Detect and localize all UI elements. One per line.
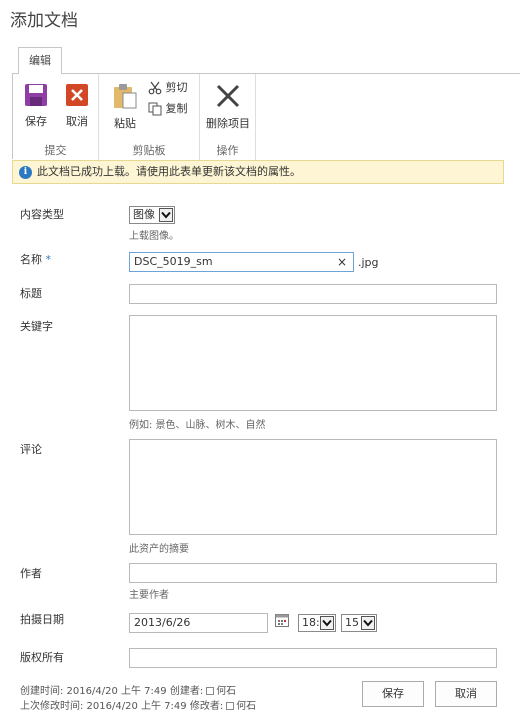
chevron-down-icon bbox=[361, 616, 375, 630]
ribbon-group-commit-label: 提交 bbox=[44, 144, 67, 157]
date-taken-label: 拍摄日期 bbox=[20, 613, 64, 626]
save-ribbon-label: 保存 bbox=[25, 115, 47, 128]
chevron-down-icon bbox=[320, 616, 334, 630]
save-ribbon-button[interactable]: 保存 bbox=[16, 83, 56, 129]
date-value: 2013/6/26 bbox=[134, 616, 191, 629]
date-input[interactable]: 2013/6/26 bbox=[129, 613, 268, 633]
comment-hint: 此资产的摘要 bbox=[129, 544, 189, 555]
name-input[interactable]: DSC_5019_sm × bbox=[129, 252, 354, 272]
comment-label: 评论 bbox=[20, 443, 42, 456]
copy-label: 复制 bbox=[165, 102, 188, 115]
ribbon-group-actions: 删除项目 操作 bbox=[200, 74, 256, 160]
delete-icon bbox=[216, 84, 240, 108]
save-icon bbox=[25, 84, 47, 106]
copy-icon bbox=[148, 102, 162, 116]
content-type-label: 内容类型 bbox=[20, 208, 64, 221]
calendar-icon[interactable] bbox=[275, 614, 289, 627]
delete-item-button[interactable]: 删除项目 bbox=[203, 83, 253, 131]
created-prefix: 创建时间: 2016/4/20 上午 7:49 创建者: bbox=[20, 686, 204, 697]
cut-label: 剪切 bbox=[165, 81, 188, 94]
author-input[interactable] bbox=[129, 563, 497, 583]
hour-value: 18: bbox=[302, 616, 320, 629]
name-value: DSC_5019_sm bbox=[134, 255, 213, 268]
comment-textarea[interactable] bbox=[129, 439, 497, 535]
ribbon-group-commit: 保存 取消 提交 bbox=[13, 74, 99, 160]
cancel-ribbon-button[interactable]: 取消 bbox=[57, 83, 97, 129]
ribbon: 保存 取消 提交 粘贴 剪切 复制 剪贴板 删除项目 操作 bbox=[12, 73, 520, 160]
upload-success-notice: i 此文档已成功上载。请使用此表单更新该文档的属性。 bbox=[12, 160, 504, 184]
cut-button[interactable]: 剪切 bbox=[148, 80, 188, 96]
info-icon: i bbox=[19, 166, 32, 179]
cancel-icon bbox=[66, 84, 88, 106]
file-extension: .jpg bbox=[358, 256, 379, 269]
paste-label: 粘贴 bbox=[114, 117, 136, 130]
save-button[interactable]: 保存 bbox=[362, 681, 424, 707]
scissors-icon bbox=[148, 81, 162, 95]
cancel-button[interactable]: 取消 bbox=[435, 681, 497, 707]
clear-icon[interactable]: × bbox=[337, 255, 347, 269]
author-label: 作者 bbox=[20, 567, 42, 580]
keywords-hint: 例如: 景色、山脉、树木、自然 bbox=[129, 420, 266, 431]
content-type-select[interactable]: 图像 bbox=[129, 206, 175, 224]
copyright-label: 版权所有 bbox=[20, 651, 64, 664]
presence-icon bbox=[226, 702, 235, 710]
minute-value: 15 bbox=[345, 616, 359, 629]
title-label: 标题 bbox=[20, 287, 42, 300]
page-title: 添加文档 bbox=[10, 11, 78, 31]
modified-prefix: 上次修改时间: 2016/4/20 上午 7:49 修改者: bbox=[20, 701, 224, 712]
chevron-down-icon bbox=[159, 208, 173, 222]
content-type-value: 图像 bbox=[133, 208, 155, 221]
modified-by-link[interactable]: 何石 bbox=[236, 701, 256, 712]
required-mark: * bbox=[45, 253, 52, 266]
author-hint: 主要作者 bbox=[129, 590, 169, 601]
minute-select[interactable]: 15 bbox=[341, 614, 377, 632]
keywords-textarea[interactable] bbox=[129, 315, 497, 411]
paste-icon bbox=[114, 84, 137, 109]
tab-edit[interactable]: 编辑 bbox=[18, 47, 62, 74]
paste-button[interactable]: 粘贴 bbox=[105, 83, 145, 131]
cancel-ribbon-label: 取消 bbox=[66, 115, 88, 128]
name-label-text: 名称 bbox=[20, 253, 42, 266]
content-type-hint: 上载图像。 bbox=[129, 231, 179, 242]
name-label: 名称 * bbox=[20, 251, 51, 267]
notice-text: 此文档已成功上载。请使用此表单更新该文档的属性。 bbox=[37, 165, 301, 178]
delete-item-label: 删除项目 bbox=[206, 117, 250, 130]
copy-button[interactable]: 复制 bbox=[148, 101, 188, 117]
hour-select[interactable]: 18: bbox=[298, 614, 336, 632]
modified-info: 上次修改时间: 2016/4/20 上午 7:49 修改者: 何石 bbox=[20, 697, 256, 712]
ribbon-group-actions-label: 操作 bbox=[216, 144, 239, 157]
created-by-link[interactable]: 何石 bbox=[216, 686, 236, 697]
created-info: 创建时间: 2016/4/20 上午 7:49 创建者: 何石 bbox=[20, 682, 236, 697]
presence-icon bbox=[206, 687, 215, 695]
keywords-label: 关键字 bbox=[20, 320, 53, 333]
ribbon-group-clipboard-label: 剪贴板 bbox=[132, 144, 166, 157]
title-input[interactable] bbox=[129, 284, 497, 304]
copyright-input[interactable] bbox=[129, 648, 497, 668]
ribbon-group-clipboard: 粘贴 剪切 复制 剪贴板 bbox=[99, 74, 200, 160]
